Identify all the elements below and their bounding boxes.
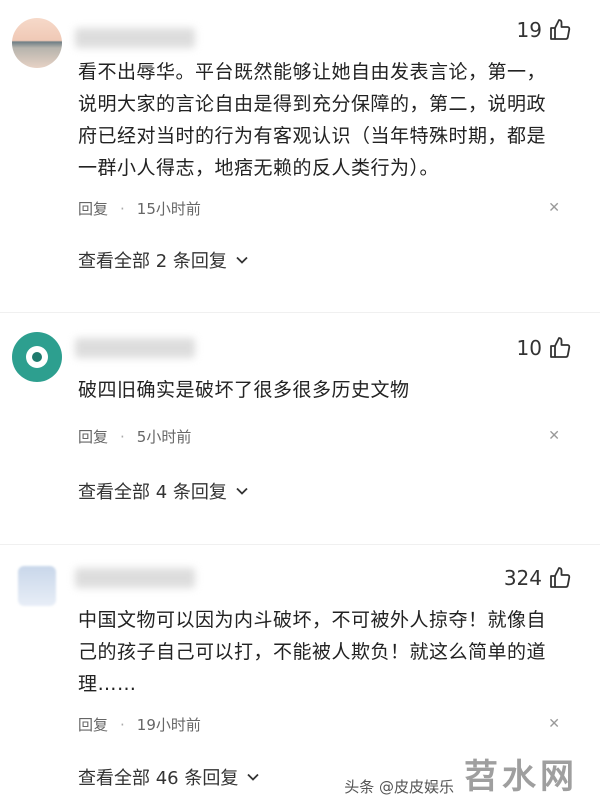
username-blurred[interactable] [75,28,195,48]
close-icon[interactable]: ✕ [548,200,560,216]
view-replies-label: 查看全部 4 条回复 [78,482,227,503]
like-count: 324 [503,566,542,590]
reply-button[interactable]: 回复 [78,714,108,735]
comment-text: 中国文物可以因为内斗破坏，不可被外人掠夺！就像自己的孩子自己可以打，不能被人欺负… [78,609,547,695]
watermark-account: 头条 @皮皮娱乐 [340,775,458,798]
comment-meta: 回复 · 5小时前 [78,426,191,447]
close-icon[interactable]: ✕ [548,428,560,444]
like-button[interactable]: 10 [517,336,572,360]
view-replies-button[interactable]: 查看全部 46 条回复 [78,764,260,790]
watermark-site: 苕水网 [464,757,578,797]
view-replies-button[interactable]: 查看全部 2 条回复 [78,247,249,273]
divider [0,544,600,545]
separator-dot: · [120,199,125,218]
like-count: 10 [516,336,542,360]
like-button[interactable]: 324 [504,566,572,590]
like-count: 19 [516,18,542,42]
thumbs-up-icon [550,567,571,588]
close-icon[interactable]: ✕ [548,716,560,732]
timestamp: 5小时前 [136,428,192,446]
avatar[interactable] [12,18,62,68]
thumbs-up-icon [550,19,571,40]
divider [0,312,600,313]
timestamp: 19小时前 [136,716,201,734]
avatar[interactable] [12,332,62,382]
comment-text: 破四旧确实是破坏了很多很多历史文物 [78,379,410,401]
reply-button[interactable]: 回复 [78,198,108,219]
comment-item: 19 看不出辱华。平台既然能够让她自由发表言论，第一，说明大家的言论自由是得到充… [0,0,600,300]
comment-text: 看不出辱华。平台既然能够让她自由发表言论，第一，说明大家的言论自由是得到充分保障… [78,61,547,179]
view-replies-label: 查看全部 2 条回复 [78,251,227,272]
username-blurred[interactable] [75,338,195,358]
thumbs-up-icon [550,337,571,358]
chevron-down-icon [247,773,259,781]
reply-button[interactable]: 回复 [78,426,108,447]
comment-meta: 回复 · 19小时前 [78,714,201,735]
comment-meta: 回复 · 15小时前 [78,198,201,219]
username-blurred[interactable] [75,568,195,588]
comment-item: 10 破四旧确实是破坏了很多很多历史文物 回复 · 5小时前 ✕ 查看全部 4 … [0,330,600,530]
timestamp: 15小时前 [136,200,201,218]
chevron-down-icon [236,487,248,495]
avatar[interactable] [18,566,56,606]
view-replies-label: 查看全部 46 条回复 [78,768,239,789]
like-button[interactable]: 19 [517,18,572,42]
watermark: 头条 @皮皮娱乐 苕水网 [340,749,578,798]
separator-dot: · [120,427,125,446]
separator-dot: · [120,715,125,734]
chevron-down-icon [236,256,248,264]
view-replies-button[interactable]: 查看全部 4 条回复 [78,478,249,504]
